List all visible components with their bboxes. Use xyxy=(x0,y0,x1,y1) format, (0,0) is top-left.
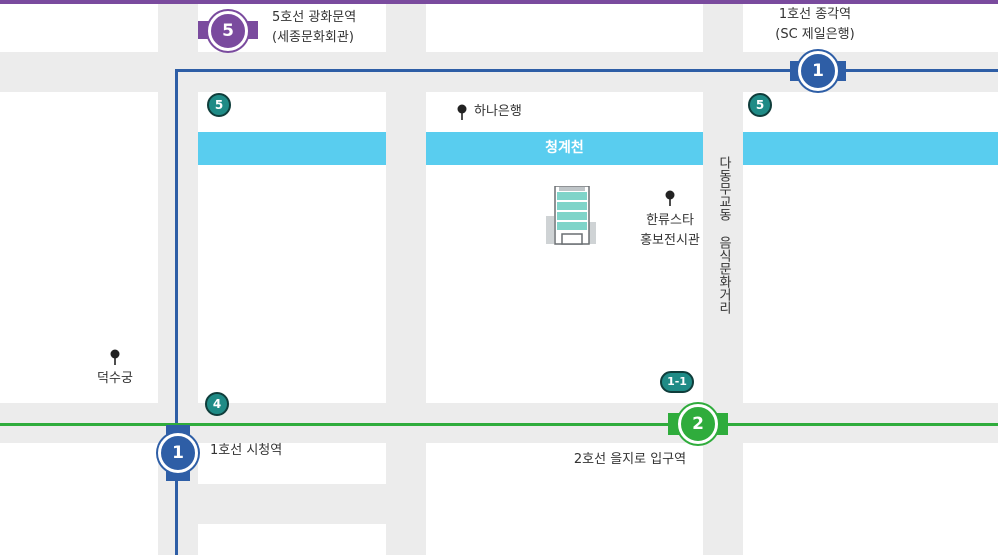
hana-bank-label: 하나은행 xyxy=(474,104,522,119)
food-street-label: 다동무교동 음식문화거리 xyxy=(716,156,731,314)
exit-5-left-badge[interactable]: 5 xyxy=(207,93,231,117)
hallyu-star-label-line2: 홍보전시관 xyxy=(640,233,700,248)
line2-track xyxy=(0,423,998,426)
road-horizontal-bottom xyxy=(160,484,420,524)
gwanghwamun-station-name: 5호선 광화문역 xyxy=(272,10,357,25)
exit-1-1-badge[interactable]: 1-1 xyxy=(660,371,694,393)
jonggak-station-name: 1호선 종각역 xyxy=(778,7,852,22)
cityhall-station-circle: 1 xyxy=(158,433,198,473)
road-horizontal-top xyxy=(0,52,998,92)
euljiro-station-circle: 2 xyxy=(678,404,718,444)
building-icon xyxy=(546,186,596,245)
line1-track-vertical xyxy=(175,69,178,555)
gwanghwamun-station-circle: 5 xyxy=(208,11,248,51)
stream-band-left xyxy=(198,132,386,165)
stream-band-right xyxy=(743,132,998,165)
deoksugung-pin-icon xyxy=(110,349,120,365)
gwanghwamun-station-marker[interactable]: 5 xyxy=(198,9,258,53)
cityhall-station-name: 1호선 시청역 xyxy=(210,443,283,458)
jonggak-station-circle: 1 xyxy=(798,51,838,91)
gwanghwamun-station-subname: (세종문화회관) xyxy=(272,30,354,45)
deoksugung-label: 덕수궁 xyxy=(97,371,133,386)
exit-5-right-badge[interactable]: 5 xyxy=(748,93,772,117)
cityhall-station-marker[interactable]: 1 xyxy=(156,425,200,481)
cheonggyecheon-label: 청계천 xyxy=(545,140,584,156)
area-map: 청계천 5 5호선 광화문역 (세종문화회관) 1호선 종각역 (SC 제일은행… xyxy=(0,0,998,555)
jonggak-station-marker[interactable]: 1 xyxy=(790,51,846,91)
hallyu-star-pin-icon xyxy=(665,190,675,206)
line5-track xyxy=(0,0,998,4)
jonggak-station-subname: (SC 제일은행) xyxy=(775,27,855,42)
hallyu-star-label-line1: 한류스타 xyxy=(646,213,694,228)
exit-4-badge[interactable]: 4 xyxy=(205,392,229,416)
hana-bank-pin-icon xyxy=(457,104,467,120)
euljiro-station-name: 2호선 을지로 입구역 xyxy=(573,452,687,467)
road-vertical-center xyxy=(386,0,426,555)
line1-track-horizontal xyxy=(175,69,998,72)
euljiro-station-marker[interactable]: 2 xyxy=(668,404,728,444)
